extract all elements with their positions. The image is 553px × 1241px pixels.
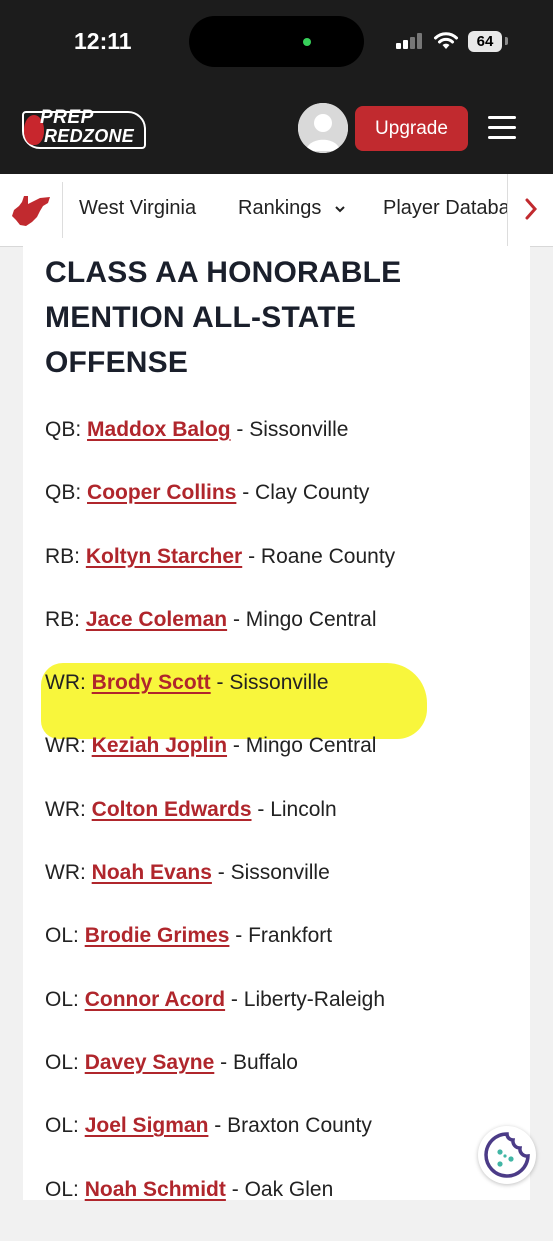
nav-rankings[interactable]: Rankings bbox=[238, 197, 321, 220]
position-label: OL: bbox=[45, 1177, 79, 1201]
separator: - bbox=[227, 607, 246, 631]
player-link[interactable]: Connor Acord bbox=[85, 988, 225, 1011]
position-label: OL: bbox=[45, 987, 79, 1011]
position-label: QB: bbox=[45, 481, 82, 505]
player-link[interactable]: Maddox Balog bbox=[87, 418, 231, 441]
position-label: OL: bbox=[45, 1114, 79, 1138]
list-item: WR: Colton Edwards - Lincoln bbox=[45, 798, 515, 861]
position-label: RB: bbox=[45, 607, 81, 631]
player-link[interactable]: Noah Schmidt bbox=[85, 1178, 226, 1201]
separator: - bbox=[225, 987, 244, 1011]
chevron-right-icon bbox=[525, 198, 538, 220]
school-name: Roane County bbox=[260, 544, 396, 568]
separator: - bbox=[210, 671, 230, 695]
school-name: Clay County bbox=[255, 481, 370, 505]
school-name: Braxton County bbox=[227, 1114, 372, 1138]
position-label: WR: bbox=[45, 861, 86, 885]
list-item: RB: Koltyn Starcher - Roane County bbox=[45, 545, 515, 608]
player-link[interactable]: Noah Evans bbox=[92, 861, 212, 884]
prep-redzone-logo[interactable]: PREP REDZONE bbox=[22, 107, 148, 151]
chevron-down-icon[interactable] bbox=[334, 204, 346, 214]
separator: - bbox=[227, 734, 246, 758]
battery-tip bbox=[505, 37, 508, 45]
west-virginia-map-icon[interactable] bbox=[10, 194, 52, 228]
list-item: QB: Maddox Balog - Sissonville bbox=[45, 418, 515, 481]
position-label: WR: bbox=[45, 671, 86, 695]
list-item: RB: Jace Coleman - Mingo Central bbox=[45, 608, 515, 671]
separator: - bbox=[208, 1114, 228, 1138]
list-item: OL: Connor Acord - Liberty-Raleigh bbox=[45, 988, 515, 1051]
position-label: WR: bbox=[45, 797, 86, 821]
upgrade-button[interactable]: Upgrade bbox=[355, 106, 468, 151]
position-label: WR: bbox=[45, 734, 86, 758]
user-silhouette-icon bbox=[298, 103, 348, 153]
subnav-divider bbox=[62, 182, 63, 238]
separator: - bbox=[229, 924, 249, 948]
school-name: Lincoln bbox=[270, 797, 337, 821]
cookie-settings-button[interactable] bbox=[478, 1126, 536, 1184]
cookie-icon bbox=[484, 1132, 530, 1178]
list-item: OL: Noah Schmidt - Oak Glen bbox=[45, 1178, 515, 1241]
article-heading: CLASS AA HONORABLE MENTION ALL-STATE OFF… bbox=[45, 256, 402, 379]
dynamic-island bbox=[189, 16, 364, 67]
menu-icon[interactable] bbox=[488, 116, 516, 140]
school-name: Sissonville bbox=[249, 418, 349, 441]
nav-player-database[interactable]: Player Databa bbox=[383, 197, 507, 220]
position-label: RB: bbox=[45, 544, 81, 568]
player-link[interactable]: Cooper Collins bbox=[87, 481, 236, 504]
player-link[interactable]: Jace Coleman bbox=[86, 608, 227, 631]
camera-indicator-icon bbox=[303, 38, 311, 46]
player-link[interactable]: Brodie Grimes bbox=[85, 924, 230, 947]
school-name: Sissonville bbox=[230, 861, 330, 885]
status-time: 12:11 bbox=[74, 28, 132, 54]
logo-text-bottom: REDZONE bbox=[44, 126, 135, 146]
separator: - bbox=[214, 1050, 233, 1074]
position-label: QB: bbox=[45, 418, 82, 441]
school-name: Oak Glen bbox=[244, 1177, 334, 1201]
school-name: Frankfort bbox=[248, 924, 333, 948]
list-item: OL: Davey Sayne - Buffalo bbox=[45, 1051, 515, 1114]
player-link[interactable]: Brody Scott bbox=[92, 671, 211, 694]
separator: - bbox=[225, 1177, 245, 1201]
list-item: WR: Keziah Joplin - Mingo Central bbox=[45, 734, 515, 797]
user-avatar[interactable] bbox=[298, 103, 348, 153]
list-item: OL: Joel Sigman - Braxton County bbox=[45, 1114, 515, 1177]
list-item: WR: Brody Scott - Sissonville bbox=[45, 671, 515, 734]
separator: - bbox=[211, 861, 231, 885]
battery-icon: 64 bbox=[468, 31, 502, 52]
cellular-signal-icon bbox=[396, 33, 424, 49]
school-name: Mingo Central bbox=[245, 734, 377, 758]
scroll-right-button[interactable] bbox=[507, 174, 553, 246]
sub-navigation: West Virginia Rankings Player Databa bbox=[0, 174, 553, 247]
player-link[interactable]: Davey Sayne bbox=[85, 1051, 215, 1074]
separator: - bbox=[242, 544, 261, 568]
list-item: WR: Noah Evans - Sissonville bbox=[45, 861, 515, 924]
separator: - bbox=[230, 418, 250, 441]
school-name: Buffalo bbox=[232, 1050, 298, 1074]
top-bar: 12:11 64 PREP REDZONE Upgrade bbox=[0, 0, 553, 174]
player-link[interactable]: Colton Edwards bbox=[92, 798, 252, 821]
position-label: OL: bbox=[45, 924, 79, 948]
school-name: Sissonville bbox=[229, 671, 329, 695]
player-link[interactable]: Koltyn Starcher bbox=[86, 545, 242, 568]
player-list: QB: Maddox Balog - Sissonville QB: Cooper… bbox=[45, 418, 515, 1241]
list-item: QB: Cooper Collins - Clay County bbox=[45, 481, 515, 544]
article-card: CLASS AA HONORABLE MENTION ALL-STATE OFF… bbox=[23, 246, 530, 1201]
nav-west-virginia[interactable]: West Virginia bbox=[79, 197, 196, 220]
list-item: OL: Brodie Grimes - Frankfort bbox=[45, 924, 515, 987]
player-link[interactable]: Joel Sigman bbox=[85, 1114, 209, 1137]
school-name: Mingo Central bbox=[245, 607, 377, 631]
player-link[interactable]: Keziah Joplin bbox=[92, 734, 227, 757]
separator: - bbox=[236, 481, 256, 505]
separator: - bbox=[251, 797, 271, 821]
wifi-icon bbox=[434, 32, 458, 49]
school-name: Liberty-Raleigh bbox=[243, 987, 386, 1011]
position-label: OL: bbox=[45, 1050, 79, 1074]
